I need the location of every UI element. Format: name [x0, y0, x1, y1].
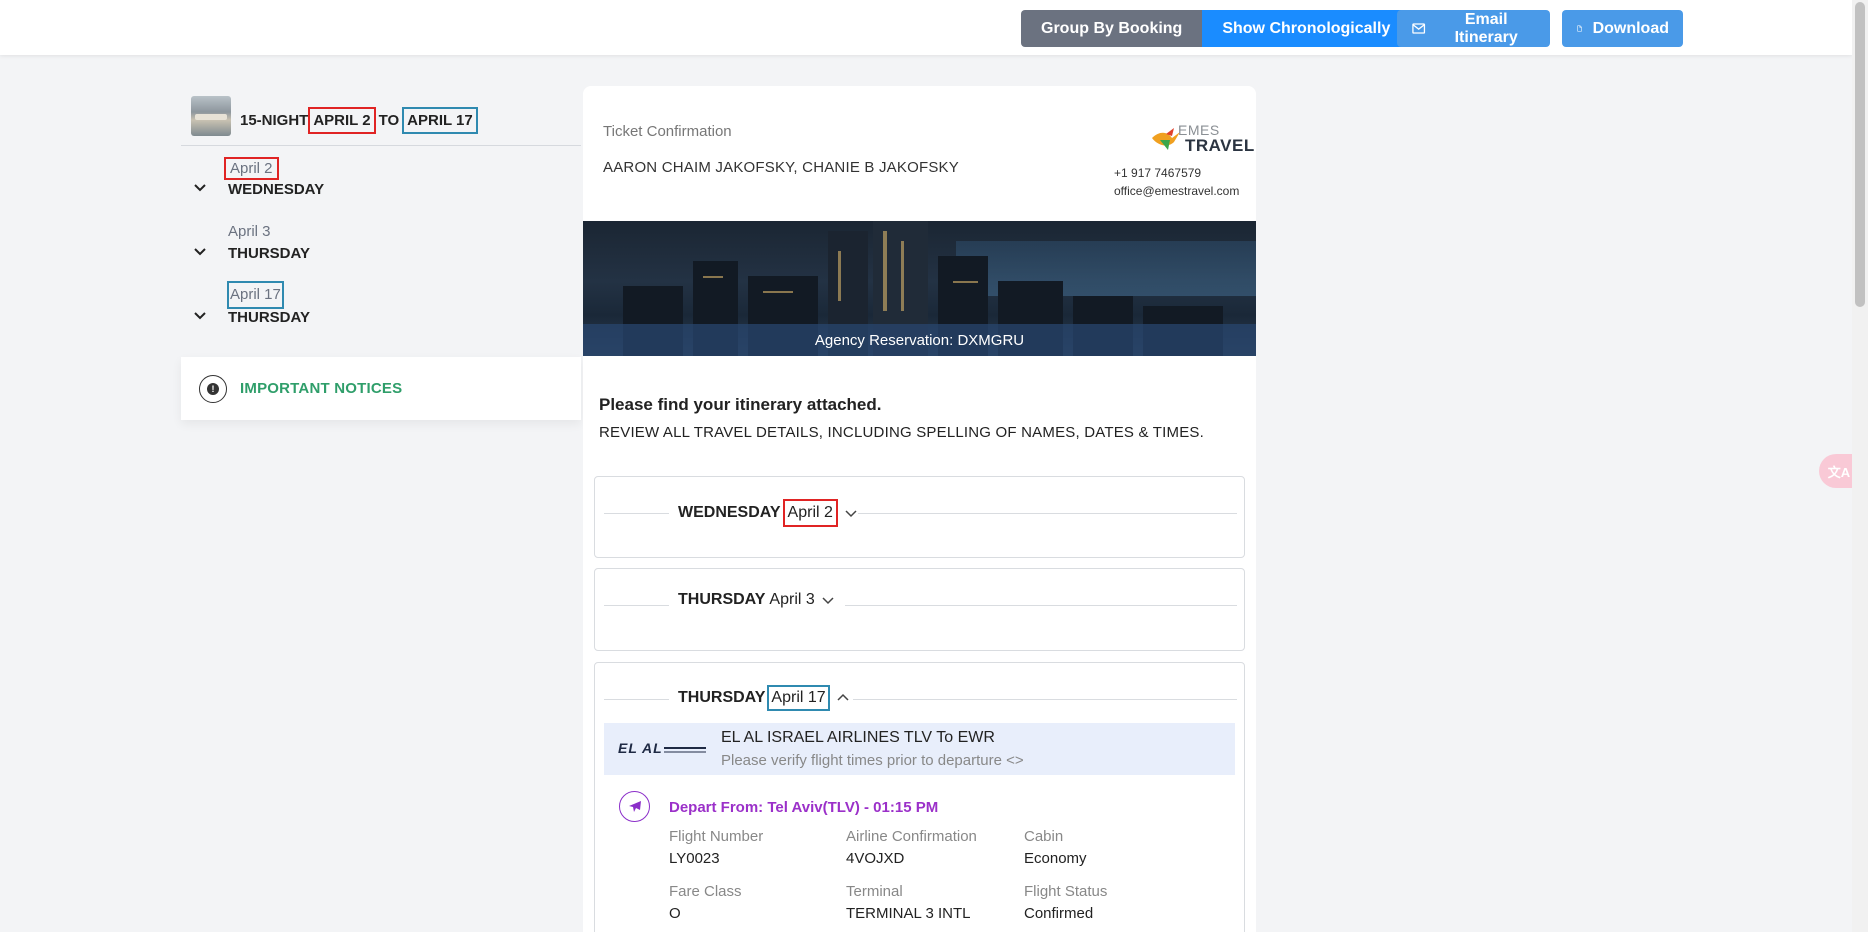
airline-confirmation-value: 4VOJXD — [846, 850, 905, 867]
flight-number-label: Flight Number — [669, 828, 764, 845]
download-label: Download — [1592, 19, 1669, 37]
chevron-down-icon — [845, 510, 857, 518]
logo-travel-text: TRAVEL — [1185, 136, 1255, 155]
top-toolbar: Group By Booking Show Chronologically Em… — [0, 0, 1852, 55]
mail-icon — [1412, 23, 1426, 34]
day-section-april-3: THURSDAY April 3 — [594, 568, 1245, 651]
section-date: April 17 — [767, 685, 830, 711]
agency-phone: +1 917 7467579 — [1114, 166, 1202, 180]
email-itinerary-label: Email Itinerary — [1454, 10, 1518, 46]
terminal-label: Terminal — [846, 883, 903, 900]
scrollbar-thumb[interactable] — [1855, 2, 1865, 307]
pdf-file-icon — [1577, 25, 1582, 32]
sidebar-day-date: April 3 — [228, 223, 271, 240]
flight-status-label: Flight Status — [1024, 883, 1108, 900]
section-weekday: THURSDAY — [678, 591, 766, 608]
trip-start-date: APRIL 2 — [308, 107, 376, 134]
cabin-label: Cabin — [1024, 828, 1064, 845]
show-chronologically-button[interactable]: Show Chronologically — [1202, 10, 1411, 47]
translate-icon: 文A — [1827, 464, 1851, 480]
info-icon: ! — [199, 375, 227, 403]
trip-nights: 15-NIGHT — [240, 112, 309, 129]
day-section-header[interactable]: THURSDAY April 3 — [678, 591, 835, 609]
flight-status-value: Confirmed — [1024, 905, 1094, 922]
section-weekday: WEDNESDAY — [678, 504, 781, 521]
sidebar-day-april-2[interactable]: April 2 WEDNESDAY — [181, 157, 581, 215]
day-section-april-17: THURSDAY April 17 EL AL EL AL ISRAEL AIR… — [594, 662, 1245, 932]
sidebar-day-weekday: THURSDAY — [228, 309, 310, 326]
page-scrollbar[interactable] — [1852, 0, 1868, 932]
important-notices-label: IMPORTANT NOTICES — [240, 380, 403, 397]
depart-from: Depart From: Tel Aviv(TLV) - 01:15 PM — [669, 799, 939, 816]
trip-summary-header: 15-NIGHT APRIL 2 TO APRIL 17 — [181, 94, 581, 146]
email-itinerary-button[interactable]: Email Itinerary — [1397, 10, 1550, 47]
sidebar-day-date: April 17 — [227, 281, 284, 309]
sidebar-day-weekday: THURSDAY — [228, 245, 310, 262]
city-banner-image: Agency Reservation: DXMGRU — [583, 221, 1256, 356]
ticket-confirmation-label: Ticket Confirmation — [603, 123, 732, 140]
svg-text:EL AL: EL AL — [618, 740, 663, 756]
chevron-up-icon — [837, 693, 849, 701]
el-al-logo: EL AL — [618, 740, 706, 756]
fare-class-label: Fare Class — [669, 883, 742, 900]
chevron-down-icon — [194, 184, 206, 192]
trip-end-date: APRIL 17 — [402, 107, 478, 134]
day-section-header[interactable]: THURSDAY April 17 — [678, 685, 850, 711]
section-date: April 3 — [769, 591, 815, 608]
agency-reservation: Agency Reservation: DXMGRU — [583, 324, 1256, 356]
itinerary-message-title: Please find your itinerary attached. — [599, 395, 882, 414]
fare-class-value: O — [669, 905, 681, 922]
trip-title: 15-NIGHT APRIL 2 TO APRIL 17 — [240, 107, 478, 134]
airline-confirmation-label: Airline Confirmation — [846, 828, 977, 845]
download-button[interactable]: Download — [1562, 10, 1683, 47]
emes-travel-logo: EMES TRAVEL — [1150, 122, 1254, 156]
sidebar-day-april-17[interactable]: April 17 THURSDAY — [181, 281, 581, 343]
flight-title: EL AL ISRAEL AIRLINES TLV To EWR — [721, 729, 995, 746]
important-notices[interactable]: ! IMPORTANT NOTICES — [181, 357, 581, 420]
sidebar-day-date: April 2 — [224, 157, 279, 180]
cabin-value: Economy — [1024, 850, 1087, 867]
trip-thumbnail — [191, 96, 231, 136]
agency-email: office@emestravel.com — [1114, 184, 1240, 198]
group-by-booking-button[interactable]: Group By Booking — [1021, 10, 1203, 47]
itinerary-message-subtitle: REVIEW ALL TRAVEL DETAILS, INCLUDING SPE… — [599, 424, 1204, 441]
day-section-april-2: WEDNESDAY April 2 — [594, 476, 1245, 558]
day-section-header[interactable]: WEDNESDAY April 2 — [678, 499, 858, 527]
terminal-value: TERMINAL 3 INTL — [846, 905, 971, 922]
passenger-names: AARON CHAIM JAKOFSKY, CHANIE B JAKOFSKY — [603, 159, 959, 176]
sidebar-day-april-3[interactable]: April 3 THURSDAY — [181, 223, 581, 279]
section-date: April 2 — [782, 499, 838, 527]
plane-departure-icon — [619, 791, 650, 822]
chevron-down-icon — [822, 597, 834, 605]
view-toggle: Group By Booking Show Chronologically — [1021, 10, 1411, 47]
sidebar-day-weekday: WEDNESDAY — [228, 181, 325, 198]
flight-summary-bar: EL AL EL AL ISRAEL AIRLINES TLV To EWR P… — [604, 723, 1235, 775]
chevron-down-icon — [194, 248, 206, 256]
chevron-down-icon — [194, 312, 206, 320]
flight-number-value: LY0023 — [669, 850, 720, 867]
section-weekday: THURSDAY — [678, 689, 766, 706]
trip-to-text: TO — [378, 112, 400, 129]
flight-note: Please verify flight times prior to depa… — [721, 752, 1024, 769]
itinerary-card: Ticket Confirmation AARON CHAIM JAKOFSKY… — [583, 86, 1256, 932]
